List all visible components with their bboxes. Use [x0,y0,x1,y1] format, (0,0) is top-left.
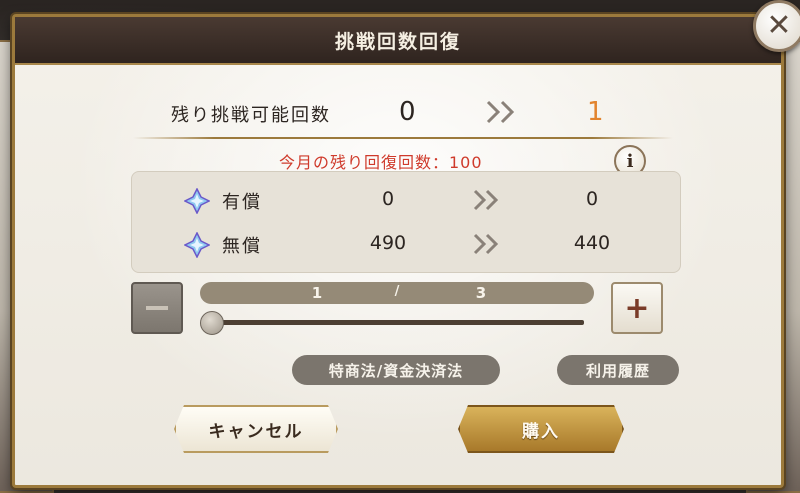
remaining-to-value: 1 [587,97,604,127]
currency-name: 無償 [222,236,262,257]
currency-from-value: 490 [369,232,407,254]
count-separator: / [394,284,400,299]
divider [133,137,673,139]
double-chevron-icon [485,99,519,129]
double-chevron-icon [472,188,502,216]
currency-panel: 有償 0 0 無償 490 440 [131,171,681,273]
usage-history-link[interactable]: 利用履歴 [557,355,679,385]
currency-row-free: 無償 490 440 [132,224,680,264]
remaining-from-value: 0 [399,97,416,127]
crystal-icon [183,231,211,262]
double-chevron-icon [472,232,502,260]
purchase-button[interactable]: 購入 [458,405,624,453]
currency-to-value: 440 [573,232,611,254]
count-current: 1 [311,284,323,302]
minus-icon [146,306,168,310]
commercial-law-link[interactable]: 特商法/資金決済法 [292,355,500,385]
cancel-button[interactable]: キャンセル [174,405,338,453]
currency-from-value: 0 [381,188,395,210]
currency-row-paid: 有償 0 0 [132,180,680,220]
currency-name: 有償 [222,192,262,213]
count-max: 3 [475,284,487,302]
recovery-dialog: 挑戦回数回復 残り挑戦可能回数 0 1 今月の残り回復回数：100 i 有償 0 [12,14,784,488]
currency-to-value: 0 [585,188,599,210]
count-slider-thumb[interactable] [200,311,224,335]
count-slider-track[interactable] [206,320,584,325]
close-icon: ✕ [766,8,792,43]
remaining-label: 残り挑戦可能回数 [171,105,331,126]
increase-button[interactable]: + [611,282,663,334]
monthly-recovery-text: 今月の残り回復回数：100 [279,153,483,172]
close-button[interactable]: ✕ [753,0,800,52]
dialog-title-bar: 挑戦回数回復 [15,17,781,65]
plus-icon: + [624,290,650,326]
decrease-button[interactable] [131,282,183,334]
count-display: 1 / 3 [200,282,594,304]
dialog-title: 挑戦回数回復 [334,30,461,53]
crystal-icon [183,187,211,218]
remaining-attempts-row: 残り挑戦可能回数 0 1 [141,91,671,135]
